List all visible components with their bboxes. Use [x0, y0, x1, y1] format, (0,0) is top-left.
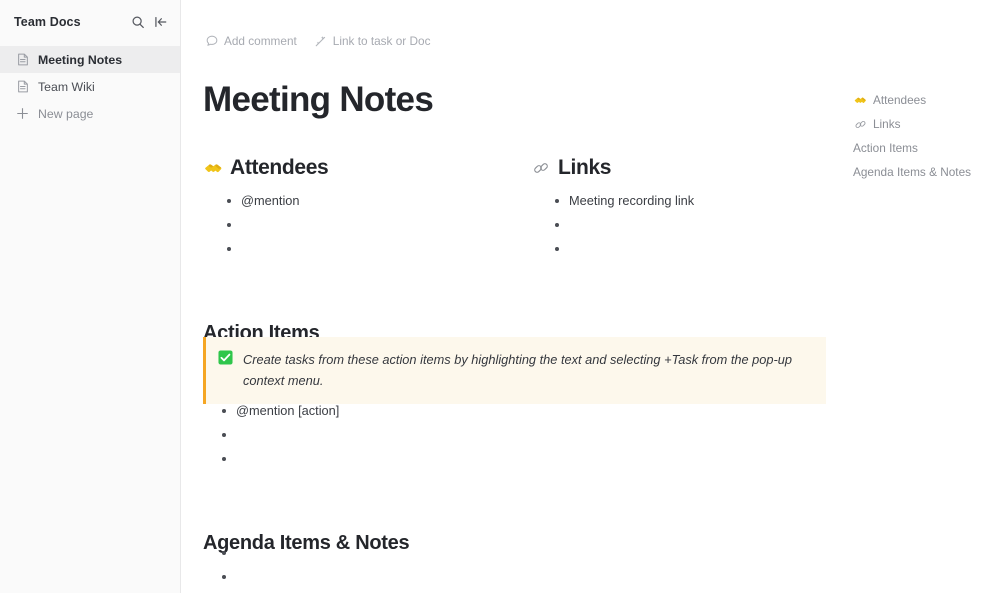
link-to-task-label: Link to task or Doc: [332, 34, 431, 48]
sidebar-title: Team Docs: [14, 15, 81, 29]
list-item[interactable]: [555, 214, 841, 238]
two-column-block: Attendees @mention Links Meeting recordi…: [203, 155, 843, 262]
app-root: Team Docs Meeting Notes Team Wiki New pa…: [0, 0, 1003, 593]
toc-item-action-items[interactable]: Action Items: [853, 136, 993, 160]
list-item[interactable]: @mention: [227, 190, 513, 214]
sidebar-item-team-wiki[interactable]: Team Wiki: [0, 73, 180, 100]
list-item[interactable]: Meeting recording link: [555, 190, 841, 214]
agenda-list: [203, 542, 763, 590]
links-column: Links Meeting recording link: [531, 155, 841, 262]
toc-item-agenda-items-notes[interactable]: Agenda Items & Notes: [853, 160, 993, 184]
collapse-panel-icon[interactable]: [153, 15, 168, 30]
sidebar-header: Team Docs: [0, 0, 180, 44]
links-heading-text: Links: [558, 156, 612, 179]
callout-text: Create tasks from these action items by …: [243, 352, 793, 388]
list-item[interactable]: [222, 542, 763, 566]
sidebar: Team Docs Meeting Notes Team Wiki New pa…: [0, 0, 181, 593]
toc-item-label: Links: [873, 117, 901, 131]
list-item[interactable]: [555, 238, 841, 262]
link-to-task-button[interactable]: Link to task or Doc: [314, 34, 431, 48]
list-item[interactable]: @mention [action]: [222, 400, 763, 424]
toc-item-label: Action Items: [853, 141, 918, 155]
list-item[interactable]: [222, 424, 763, 448]
sidebar-item-new-page[interactable]: New page: [0, 100, 180, 127]
sidebar-item-label: Meeting Notes: [38, 52, 123, 67]
green-check-box-emoji: [218, 350, 233, 365]
plus-icon: [16, 107, 29, 120]
comment-bubble-icon: [205, 35, 218, 48]
sidebar-item-meeting-notes[interactable]: Meeting Notes: [0, 46, 180, 73]
chain-link-icon: [853, 117, 867, 131]
handshake-emoji: [853, 93, 867, 107]
attendees-heading: Attendees: [203, 155, 513, 181]
add-comment-label: Add comment: [224, 34, 297, 48]
toc-item-attendees[interactable]: Attendees: [853, 88, 993, 112]
attendees-heading-text: Attendees: [230, 156, 329, 179]
links-heading: Links: [531, 155, 841, 181]
document-content: Add comment Link to task or Doc Meeting …: [181, 0, 1003, 593]
add-comment-button[interactable]: Add comment: [205, 34, 297, 48]
page-title[interactable]: Meeting Notes: [203, 77, 434, 123]
attendees-column: Attendees @mention: [203, 155, 513, 262]
document-area: Add comment Link to task or Doc Meeting …: [181, 0, 1003, 593]
table-of-contents: Attendees Links Action Items Agenda Item…: [853, 88, 993, 184]
links-list: Meeting recording link: [531, 190, 841, 262]
sidebar-nav: Meeting Notes Team Wiki New page: [0, 44, 180, 127]
document-icon: [16, 53, 29, 66]
handshake-emoji: [203, 158, 223, 178]
list-item[interactable]: [222, 448, 763, 472]
list-item[interactable]: [227, 238, 513, 262]
sidebar-item-label: Team Wiki: [38, 79, 95, 94]
sparkle-link-icon: [314, 35, 327, 48]
attendees-list: @mention: [203, 190, 513, 262]
action-items-list: @mention [action]: [203, 400, 763, 472]
list-item[interactable]: [227, 214, 513, 238]
toc-item-label: Attendees: [873, 93, 927, 107]
toc-item-label: Agenda Items & Notes: [853, 165, 972, 179]
document-icon: [16, 80, 29, 93]
document-toolbar: Add comment Link to task or Doc: [205, 34, 430, 48]
chain-link-icon: [531, 158, 551, 178]
sidebar-header-actions: [130, 15, 168, 30]
search-icon[interactable]: [130, 15, 145, 30]
action-items-callout: Create tasks from these action items by …: [203, 337, 826, 404]
sidebar-item-label: New page: [38, 106, 94, 121]
list-item[interactable]: [222, 566, 763, 590]
toc-item-links[interactable]: Links: [853, 112, 993, 136]
